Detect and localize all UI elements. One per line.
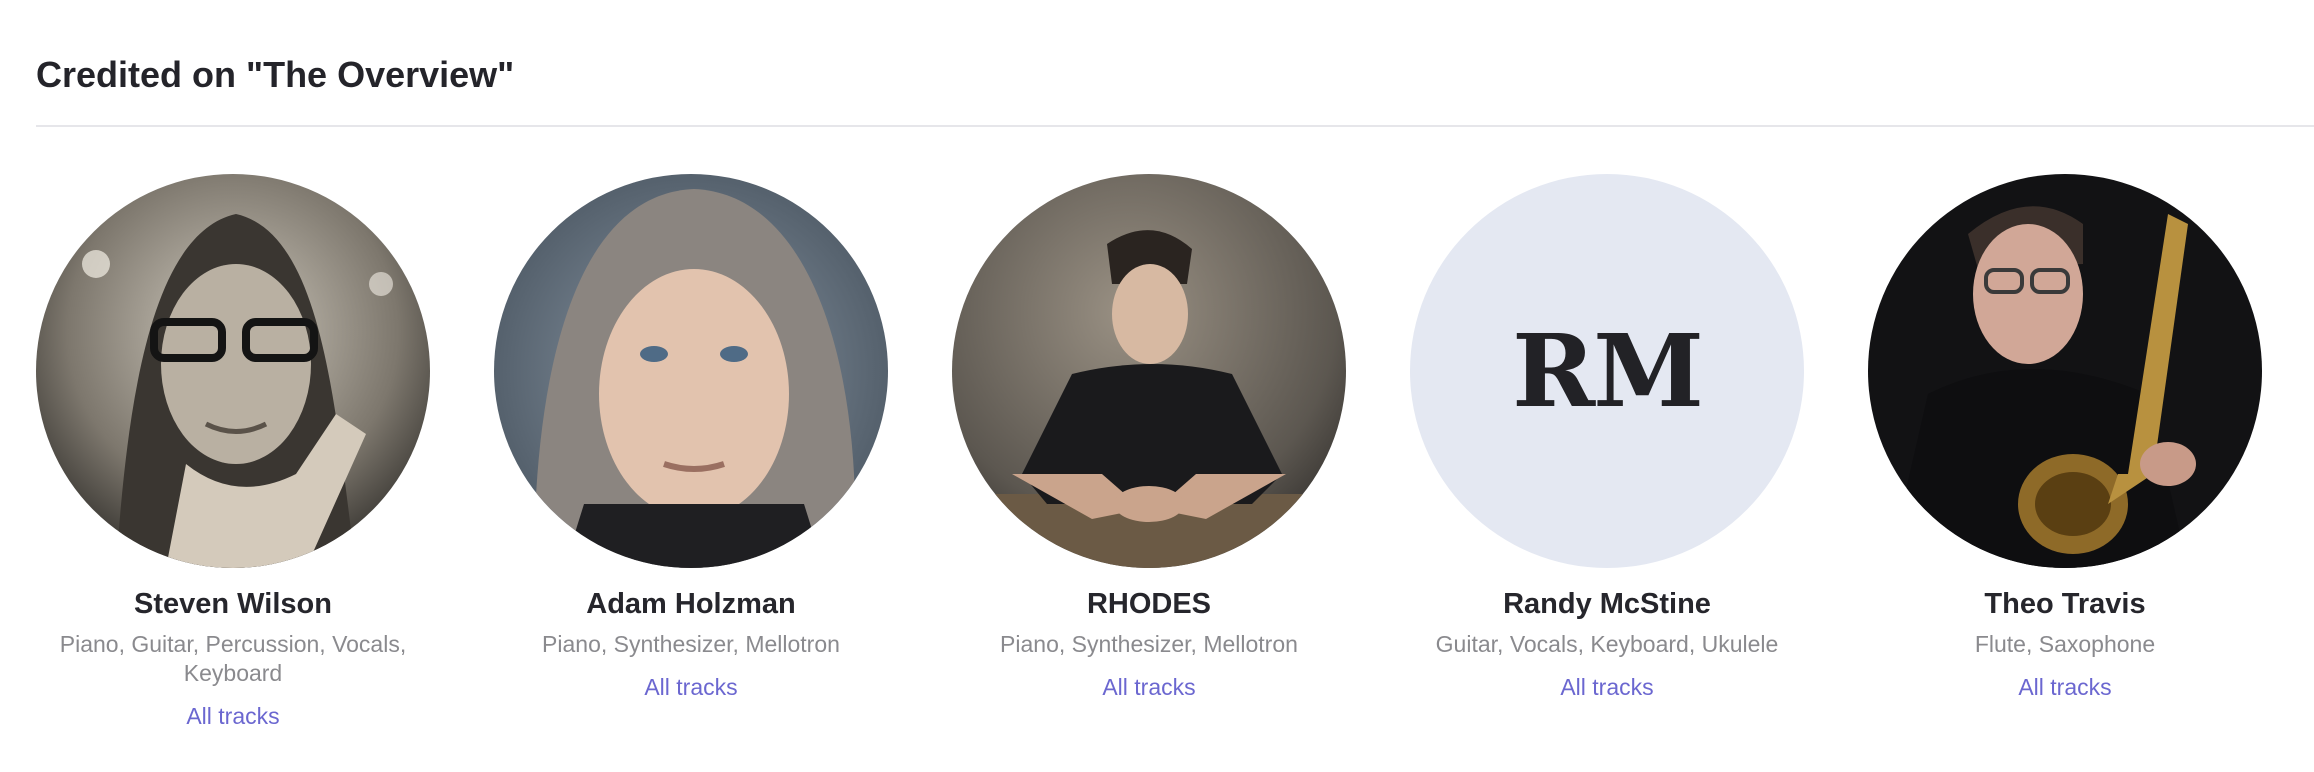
artist-name[interactable]: Theo Travis: [1868, 586, 2262, 622]
credit-card: Theo Travis Flute, Saxophone All tracks: [1868, 174, 2262, 702]
artist-roles: Piano, Guitar, Percussion, Vocals, Keybo…: [59, 631, 407, 686]
credits-section: Credited on "The Overview" Steven Wilson…: [0, 0, 2314, 772]
section-title: Credited on "The Overview": [36, 54, 515, 95]
credit-card: RHODES Piano, Synthesizer, Mellotron All…: [952, 174, 1346, 702]
all-tracks-link[interactable]: All tracks: [1560, 673, 1653, 702]
portrait-image: [952, 174, 1346, 568]
artist-roles: Guitar, Vocals, Keyboard, Ukulele: [1435, 631, 1779, 657]
artist-name[interactable]: Randy McStine: [1410, 586, 1804, 622]
artist-name[interactable]: Steven Wilson: [36, 586, 430, 622]
section-divider: [36, 125, 2314, 127]
portrait-image: [1868, 174, 2262, 568]
all-tracks-link[interactable]: All tracks: [644, 673, 737, 702]
avatar-initials: RM: [1512, 312, 1704, 430]
artist-photo[interactable]: [494, 174, 888, 568]
credit-card: Adam Holzman Piano, Synthesizer, Mellotr…: [494, 174, 888, 702]
artist-name[interactable]: RHODES: [952, 586, 1346, 622]
artist-roles: Piano, Synthesizer, Mellotron: [542, 631, 840, 657]
artist-roles: Piano, Synthesizer, Mellotron: [1000, 631, 1298, 657]
portrait-image: [36, 174, 430, 568]
credit-card: RM Randy McStine Guitar, Vocals, Keyboar…: [1410, 174, 1804, 702]
credit-card: Steven Wilson Piano, Guitar, Percussion,…: [36, 174, 430, 731]
artist-photo[interactable]: [36, 174, 430, 568]
all-tracks-link[interactable]: All tracks: [2018, 673, 2111, 702]
artist-photo[interactable]: [1868, 174, 2262, 568]
portrait-image: [494, 174, 888, 568]
artist-initials-avatar[interactable]: RM: [1410, 174, 1804, 568]
all-tracks-link[interactable]: All tracks: [1102, 673, 1195, 702]
all-tracks-link[interactable]: All tracks: [186, 702, 279, 731]
artist-photo[interactable]: [952, 174, 1346, 568]
artist-name[interactable]: Adam Holzman: [494, 586, 888, 622]
artist-roles: Flute, Saxophone: [1974, 631, 2156, 657]
